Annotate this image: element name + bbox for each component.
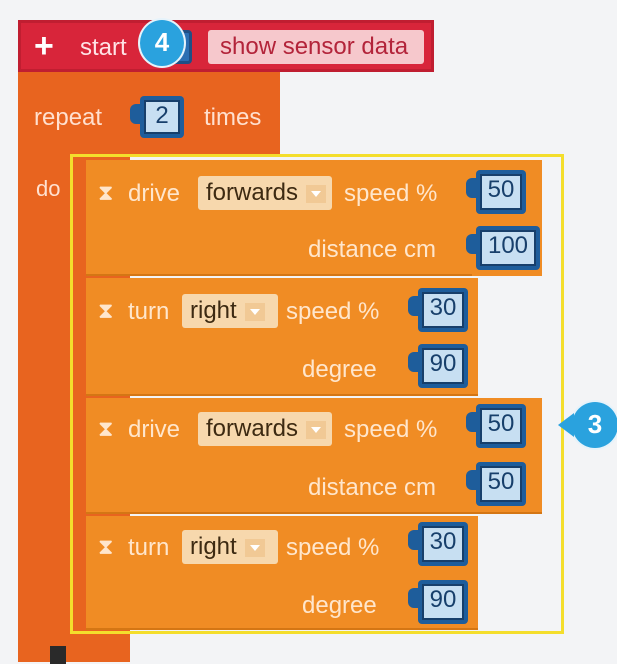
speed-value[interactable]: 30 bbox=[422, 526, 464, 562]
speed-field[interactable]: 30 bbox=[408, 522, 468, 566]
direction-dropdown[interactable]: forwards bbox=[198, 176, 332, 210]
step-badge-4: 4 bbox=[140, 20, 184, 66]
degree-label: degree bbox=[302, 592, 377, 619]
distance-field[interactable]: 50 bbox=[466, 462, 526, 506]
repeat-label: repeat bbox=[34, 104, 103, 131]
hourglass-icon: ⧗ bbox=[98, 416, 114, 441]
chevron-down-icon bbox=[306, 184, 327, 203]
plus-icon[interactable]: + bbox=[34, 26, 54, 66]
speed-value[interactable]: 30 bbox=[422, 292, 464, 328]
distance-label: distance cm bbox=[308, 236, 437, 263]
show-sensor-data-toggle[interactable]: show sensor data bbox=[208, 30, 424, 64]
speed-field[interactable]: 50 bbox=[466, 170, 526, 214]
degree-value[interactable]: 90 bbox=[422, 348, 464, 384]
distance-label: distance cm bbox=[308, 474, 437, 501]
speed-label: speed % bbox=[286, 534, 380, 561]
drive-verb: drive bbox=[128, 180, 181, 207]
degree-label: degree bbox=[302, 356, 377, 383]
distance-value[interactable]: 100 bbox=[480, 230, 536, 266]
direction-dropdown[interactable]: forwards bbox=[198, 412, 332, 446]
start-label: start bbox=[80, 34, 127, 61]
repeat-count-value[interactable]: 2 bbox=[144, 100, 180, 134]
drive-verb: drive bbox=[128, 416, 181, 443]
hourglass-icon: ⧗ bbox=[98, 180, 114, 205]
block-connector-stub bbox=[50, 646, 66, 664]
do-label: do bbox=[36, 176, 61, 201]
chevron-down-icon bbox=[244, 538, 265, 557]
distance-value[interactable]: 50 bbox=[480, 466, 522, 502]
speed-label: speed % bbox=[344, 180, 438, 207]
speed-label: speed % bbox=[286, 298, 380, 325]
chevron-down-icon bbox=[244, 302, 265, 321]
speed-label: speed % bbox=[344, 416, 438, 443]
speed-field[interactable]: 50 bbox=[466, 404, 526, 448]
turn-verb: turn bbox=[128, 534, 170, 561]
speed-value[interactable]: 50 bbox=[480, 408, 522, 444]
turn-verb: turn bbox=[128, 298, 170, 325]
repeat-count-field[interactable]: 2 bbox=[130, 96, 184, 138]
speed-field[interactable]: 30 bbox=[408, 288, 468, 332]
chevron-down-icon bbox=[306, 420, 327, 439]
degree-field[interactable]: 90 bbox=[408, 344, 468, 388]
degree-value[interactable]: 90 bbox=[422, 584, 464, 620]
turn-direction-dropdown[interactable]: right bbox=[182, 294, 278, 328]
distance-field[interactable]: 100 bbox=[466, 226, 540, 270]
hourglass-icon: ⧗ bbox=[98, 534, 114, 559]
degree-field[interactable]: 90 bbox=[408, 580, 468, 624]
times-label: times bbox=[204, 104, 262, 131]
hourglass-icon: ⧗ bbox=[98, 298, 114, 323]
speed-value[interactable]: 50 bbox=[480, 174, 522, 210]
step-badge-3: 3 bbox=[558, 402, 617, 448]
turn-direction-dropdown[interactable]: right bbox=[182, 530, 278, 564]
